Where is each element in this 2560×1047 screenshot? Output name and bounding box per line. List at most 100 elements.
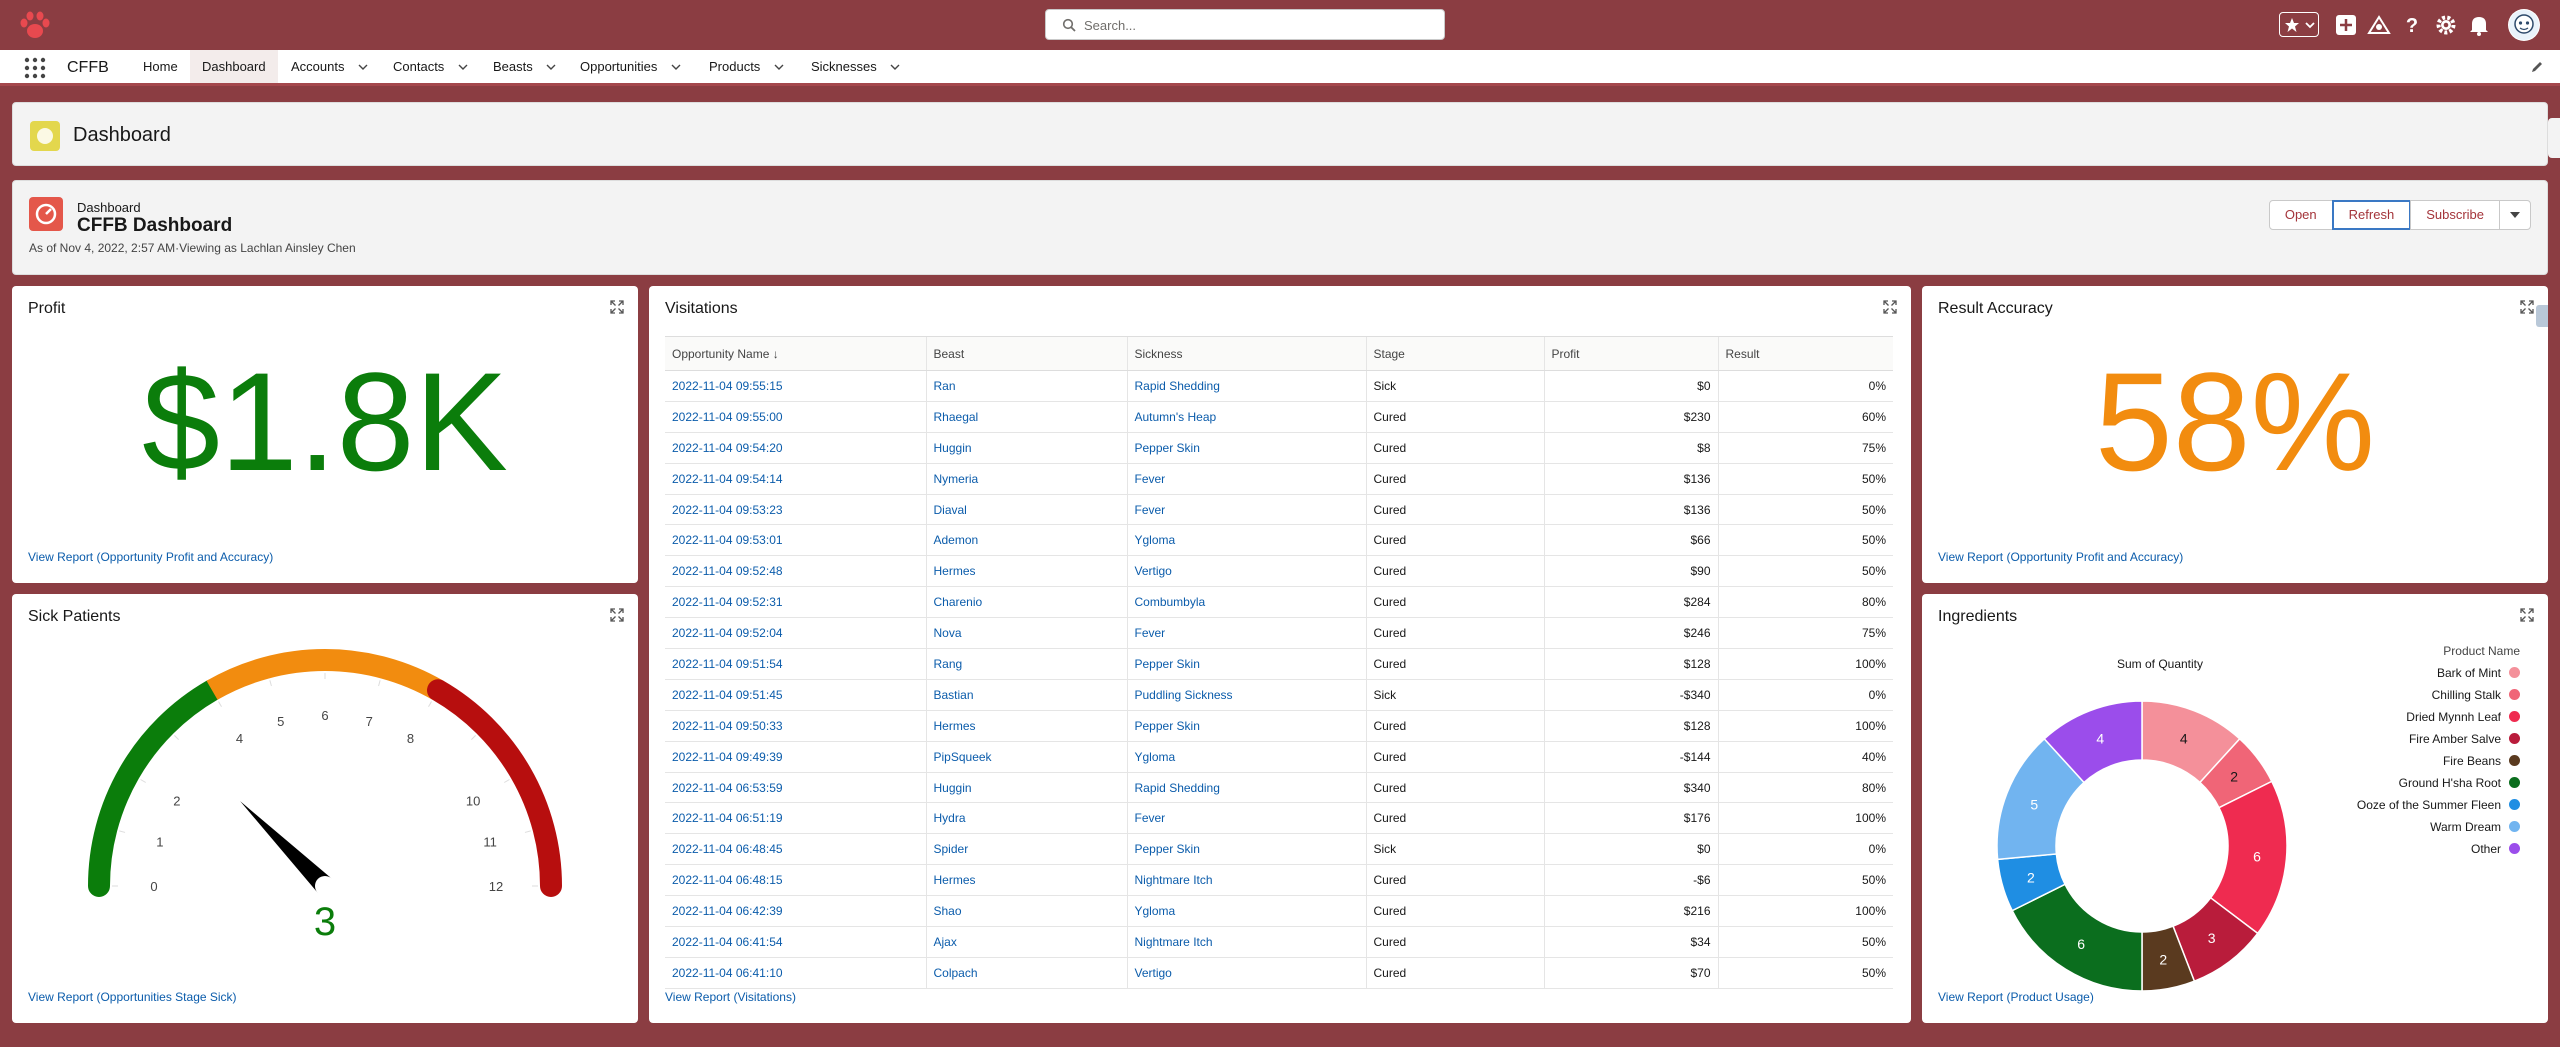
column-header-profit[interactable]: Profit — [1543, 336, 1718, 371]
column-header-stage[interactable]: Stage — [1365, 336, 1544, 371]
paw-logo-icon[interactable] — [18, 10, 52, 40]
legend-item[interactable]: Warm Dream — [2302, 820, 2520, 836]
help-icon[interactable]: ? — [2400, 13, 2424, 37]
nav-item-products[interactable]: Products — [701, 50, 792, 83]
app-launcher-icon[interactable] — [24, 57, 46, 79]
view-report-link[interactable]: View Report (Opportunities Stage Sick) — [28, 990, 237, 1004]
legend-item[interactable]: Chilling Stalk — [2302, 688, 2520, 704]
nav-item-sicknesses[interactable]: Sicknesses — [803, 50, 908, 83]
beast-link[interactable]: Ran — [925, 370, 1127, 402]
beast-link[interactable]: Hydra — [925, 802, 1127, 835]
opportunity-name-link[interactable]: 2022-11-04 09:54:20 — [665, 432, 926, 464]
subscribe-button[interactable]: Subscribe — [2410, 200, 2500, 230]
chevron-down-icon[interactable] — [890, 64, 900, 71]
nav-item-dashboard[interactable]: Dashboard — [190, 50, 278, 86]
sickness-link[interactable]: Nightmare Itch — [1126, 864, 1366, 897]
legend-item[interactable]: Other — [2302, 842, 2520, 858]
global-search[interactable]: Search... — [1045, 9, 1445, 40]
beast-link[interactable]: Bastian — [925, 679, 1127, 711]
view-report-link[interactable]: View Report (Visitations) — [665, 990, 796, 1004]
opportunity-name-link[interactable]: 2022-11-04 06:48:15 — [665, 864, 926, 897]
nav-item-beasts[interactable]: Beasts — [485, 50, 564, 83]
opportunity-name-link[interactable]: 2022-11-04 09:55:15 — [665, 370, 926, 402]
nav-item-accounts[interactable]: Accounts — [283, 50, 376, 83]
beast-link[interactable]: Diaval — [925, 494, 1127, 526]
sickness-link[interactable]: Autumn's Heap — [1126, 401, 1366, 433]
legend-item[interactable]: Fire Amber Salve — [2302, 732, 2520, 748]
beast-link[interactable]: Colpach — [925, 957, 1127, 989]
expand-icon[interactable] — [610, 300, 624, 314]
sickness-link[interactable]: Ygloma — [1126, 741, 1366, 773]
sickness-link[interactable]: Nightmare Itch — [1126, 926, 1366, 958]
pencil-icon[interactable] — [2530, 60, 2544, 74]
opportunity-name-link[interactable]: 2022-11-04 09:52:04 — [665, 617, 926, 650]
view-report-link[interactable]: View Report (Opportunity Profit and Accu… — [28, 550, 273, 564]
beast-link[interactable]: Nymeria — [925, 463, 1127, 495]
beast-link[interactable]: Hermes — [925, 710, 1127, 742]
opportunity-name-link[interactable]: 2022-11-04 09:51:54 — [665, 648, 926, 680]
opportunity-name-link[interactable]: 2022-11-04 09:49:39 — [665, 741, 926, 773]
beast-link[interactable]: Nova — [925, 617, 1127, 650]
gear-icon[interactable] — [2434, 13, 2458, 37]
opportunity-name-link[interactable]: 2022-11-04 06:51:19 — [665, 802, 926, 835]
sickness-link[interactable]: Pepper Skin — [1126, 432, 1366, 464]
beast-link[interactable]: Rang — [925, 648, 1127, 680]
legend-item[interactable]: Fire Beans — [2302, 754, 2520, 770]
beast-link[interactable]: Ajax — [925, 926, 1127, 958]
sickness-link[interactable]: Rapid Shedding — [1126, 772, 1366, 804]
beast-link[interactable]: Hermes — [925, 555, 1127, 588]
column-header-result[interactable]: Result — [1717, 336, 1893, 371]
avatar[interactable] — [2508, 9, 2540, 41]
chevron-down-icon[interactable] — [358, 64, 368, 71]
scroll-handle[interactable] — [2536, 305, 2548, 327]
beast-link[interactable]: Huggin — [925, 772, 1127, 804]
opportunity-name-link[interactable]: 2022-11-04 09:54:14 — [665, 463, 926, 495]
opportunity-name-link[interactable]: 2022-11-04 06:41:10 — [665, 957, 926, 989]
legend-item[interactable]: Ooze of the Summer Fleen — [2302, 798, 2520, 814]
more-actions-button[interactable] — [2499, 200, 2531, 230]
expand-icon[interactable] — [1883, 300, 1897, 314]
opportunity-name-link[interactable]: 2022-11-04 09:51:45 — [665, 679, 926, 711]
opportunity-name-link[interactable]: 2022-11-04 06:48:45 — [665, 833, 926, 866]
nav-item-opportunities[interactable]: Opportunities — [572, 50, 689, 83]
opportunity-name-link[interactable]: 2022-11-04 09:50:33 — [665, 710, 926, 742]
opportunity-name-link[interactable]: 2022-11-04 06:41:54 — [665, 926, 926, 958]
refresh-button[interactable]: Refresh — [2331, 200, 2412, 230]
favorites-button[interactable] — [2279, 12, 2319, 37]
column-header-opportunity-name[interactable]: Opportunity Name ↓ — [665, 336, 926, 371]
beast-link[interactable]: Hermes — [925, 864, 1127, 897]
sickness-link[interactable]: Vertigo — [1126, 555, 1366, 588]
side-panel-toggle[interactable] — [2548, 118, 2560, 158]
opportunity-name-link[interactable]: 2022-11-04 09:55:00 — [665, 401, 926, 433]
sickness-link[interactable]: Fever — [1126, 617, 1366, 650]
column-header-beast[interactable]: Beast — [925, 336, 1127, 371]
legend-item[interactable]: Ground H'sha Root — [2302, 776, 2520, 792]
legend-item[interactable]: Dried Mynnh Leaf — [2302, 710, 2520, 726]
sickness-link[interactable]: Pepper Skin — [1126, 710, 1366, 742]
sickness-link[interactable]: Ygloma — [1126, 524, 1366, 557]
sickness-link[interactable]: Vertigo — [1126, 957, 1366, 989]
sickness-link[interactable]: Ygloma — [1126, 895, 1366, 928]
chevron-down-icon[interactable] — [546, 64, 556, 71]
expand-icon[interactable] — [610, 608, 624, 622]
opportunity-name-link[interactable]: 2022-11-04 09:52:31 — [665, 586, 926, 619]
sickness-link[interactable]: Pepper Skin — [1126, 648, 1366, 680]
legend-item[interactable]: Bark of Mint — [2302, 666, 2520, 682]
nav-item-contacts[interactable]: Contacts — [385, 50, 476, 83]
view-report-link[interactable]: View Report (Product Usage) — [1938, 990, 2094, 1004]
view-report-link[interactable]: View Report (Opportunity Profit and Accu… — [1938, 550, 2183, 564]
open-button[interactable]: Open — [2268, 200, 2333, 230]
beast-link[interactable]: PipSqueek — [925, 741, 1127, 773]
sickness-link[interactable]: Fever — [1126, 494, 1366, 526]
chevron-down-icon[interactable] — [458, 64, 468, 71]
opportunity-name-link[interactable]: 2022-11-04 09:53:23 — [665, 494, 926, 526]
chevron-down-icon[interactable] — [671, 64, 681, 71]
bell-icon[interactable] — [2467, 13, 2491, 37]
beast-link[interactable]: Huggin — [925, 432, 1127, 464]
sickness-link[interactable]: Fever — [1126, 463, 1366, 495]
beast-link[interactable]: Ademon — [925, 524, 1127, 557]
sickness-link[interactable]: Fever — [1126, 802, 1366, 835]
beast-link[interactable]: Rhaegal — [925, 401, 1127, 433]
opportunity-name-link[interactable]: 2022-11-04 09:52:48 — [665, 555, 926, 588]
sickness-link[interactable]: Combumbyla — [1126, 586, 1366, 619]
